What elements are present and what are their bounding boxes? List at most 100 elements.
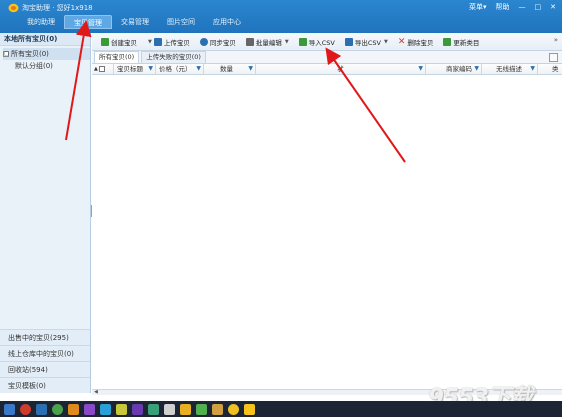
item-table: ▲ 宝贝标题 ▼ 价格（元） ▼ 数量 ▼ 状 ▼ 商家编码 ▼ 无线描述 ▼ 类: [92, 64, 562, 389]
button-label: 导入CSV: [308, 38, 335, 47]
filter-icon[interactable]: ▼: [248, 64, 253, 74]
column-header-title[interactable]: 宝贝标题 ▼: [114, 64, 156, 74]
button-label: 更新类目: [453, 38, 480, 47]
sidebar: 本地所有宝贝(0) □ 所有宝贝(0) 默认分组(0) 出售中的宝贝(295) …: [0, 33, 91, 393]
column-header-mobile-desc[interactable]: 无线描述 ▼: [482, 64, 538, 74]
toolbar-overflow-button[interactable]: »: [554, 36, 558, 44]
close-button[interactable]: ✕: [550, 3, 556, 11]
taskbar-app-icon[interactable]: [52, 403, 63, 415]
batch-edit-icon: [245, 37, 254, 46]
column-label: 类: [552, 65, 559, 73]
taskbar-app-icon[interactable]: [228, 403, 239, 415]
taskbar-app-icon[interactable]: [212, 403, 223, 415]
tab-item-management[interactable]: 宝贝管理: [64, 15, 112, 29]
tree-item-default-group[interactable]: 默认分组(0): [3, 60, 90, 72]
help-button[interactable]: 帮助: [496, 2, 510, 12]
toolbar: 创建宝贝 ▼ 上传宝贝 同步宝贝 批量编辑 ▼ 导入CSV 导出CSV ▼ ✕ …: [92, 33, 562, 51]
category-tree: □ 所有宝贝(0) 默认分组(0): [0, 46, 90, 72]
taskbar-app-icon[interactable]: [116, 403, 127, 415]
import-csv-button[interactable]: 导入CSV: [294, 35, 340, 49]
filter-icon[interactable]: ▼: [196, 64, 201, 74]
sync-icon: [199, 37, 208, 46]
dropdown-caret-icon[interactable]: ▼: [285, 39, 289, 45]
delete-icon: ✕: [397, 36, 406, 47]
export-csv-icon: [344, 37, 353, 46]
column-label: 无线描述: [496, 65, 522, 73]
window-controls: 菜单▾ 帮助 — □ ✕: [469, 2, 556, 12]
edit-icon[interactable]: [549, 53, 558, 62]
sidebar-item-templates[interactable]: 宝贝模板(0): [0, 377, 90, 393]
export-csv-button[interactable]: 导出CSV ▼: [340, 35, 393, 49]
filter-icon[interactable]: ▼: [530, 64, 535, 74]
taskbar-app-icon[interactable]: [68, 403, 79, 415]
tree-item-label: 默认分组(0): [15, 62, 53, 70]
sidebar-item-on-sale[interactable]: 出售中的宝贝(295): [0, 329, 90, 345]
delete-item-button[interactable]: ✕ 删除宝贝: [393, 35, 439, 49]
tab-trade-management[interactable]: 交易管理: [112, 15, 158, 29]
subtab-all-items[interactable]: 所有宝贝(0): [94, 51, 140, 63]
column-label: 宝贝标题: [117, 65, 143, 73]
taskbar-app-icon[interactable]: [36, 403, 47, 415]
button-label: 批量编辑: [255, 38, 282, 47]
taskbar-app-icon[interactable]: [180, 403, 191, 415]
column-header-status[interactable]: 状 ▼: [256, 64, 426, 74]
update-category-button[interactable]: 更新类目: [438, 35, 484, 49]
filter-icon[interactable]: ▼: [418, 64, 423, 74]
dropdown-caret-icon[interactable]: ▼: [148, 39, 152, 45]
filter-icon[interactable]: ▼: [474, 64, 479, 74]
tab-image-space[interactable]: 图片空间: [158, 15, 204, 29]
sidebar-title: 本地所有宝贝(0): [0, 33, 90, 46]
tree-item-label: 所有宝贝(0): [11, 50, 49, 58]
column-label: 数量: [220, 65, 233, 73]
taskbar-app-icon[interactable]: [196, 403, 207, 415]
column-header-merchant-code[interactable]: 商家编码 ▼: [426, 64, 482, 74]
tree-item-all[interactable]: □ 所有宝贝(0): [3, 48, 90, 60]
refresh-category-icon: [443, 37, 452, 46]
button-label: 导出CSV: [354, 38, 381, 47]
button-label: 创建宝贝: [111, 38, 137, 47]
taskbar: [0, 401, 562, 417]
tab-my-assistant[interactable]: 我的助理: [18, 15, 64, 29]
sidebar-item-recycle-bin[interactable]: 回收站(594): [0, 361, 90, 377]
create-item-button[interactable]: 创建宝贝: [96, 35, 142, 49]
item-subtabs: 所有宝贝(0) 上传失败的宝贝(0): [92, 51, 562, 64]
column-header-price[interactable]: 价格（元） ▼: [156, 64, 204, 74]
scroll-left-icon[interactable]: ◀: [94, 389, 98, 395]
sidebar-status-list: 出售中的宝贝(295) 线上仓库中的宝贝(0) 回收站(594) 宝贝模板(0): [0, 329, 90, 393]
sidebar-item-warehouse[interactable]: 线上仓库中的宝贝(0): [0, 345, 90, 361]
batch-edit-button[interactable]: 批量编辑 ▼: [241, 35, 294, 49]
dropdown-caret-icon[interactable]: ▼: [384, 39, 388, 45]
filter-icon[interactable]: ▼: [148, 64, 153, 74]
menu-button[interactable]: 菜单▾: [469, 2, 487, 12]
button-label: 上传宝贝: [163, 38, 190, 47]
taskbar-app-icon[interactable]: [84, 403, 95, 415]
select-all-column: ▲: [92, 64, 114, 74]
sync-item-button[interactable]: 同步宝贝: [195, 35, 241, 49]
taskbar-app-icon[interactable]: [20, 403, 31, 415]
upload-item-button[interactable]: ▼ 上传宝贝: [142, 35, 195, 49]
subtab-upload-failed[interactable]: 上传失败的宝贝(0): [141, 51, 206, 63]
taskbar-app-icon[interactable]: [100, 403, 111, 415]
start-icon[interactable]: [4, 403, 15, 415]
taskbar-app-icon[interactable]: [148, 403, 159, 415]
column-label: 状: [337, 65, 344, 73]
select-all-checkbox[interactable]: [98, 66, 105, 72]
button-label: 删除宝贝: [407, 38, 434, 47]
minimize-button[interactable]: —: [519, 3, 526, 11]
tab-app-center[interactable]: 应用中心: [204, 15, 250, 29]
maximize-button[interactable]: □: [535, 3, 542, 11]
taobao-logo-icon: [8, 3, 19, 13]
plus-icon: [101, 37, 109, 46]
taskbar-app-icon[interactable]: [244, 403, 255, 415]
upload-icon: [153, 37, 162, 46]
column-header-category[interactable]: 类: [538, 64, 562, 74]
taskbar-app-icon[interactable]: [132, 403, 143, 415]
title-bar: 淘宝助理 · 您好1x918 菜单▾ 帮助 — □ ✕ 我的助理 宝贝管理 交易…: [0, 0, 562, 33]
tree-expander-icon[interactable]: □: [3, 51, 9, 57]
main-nav: 我的助理 宝贝管理 交易管理 图片空间 应用中心: [18, 15, 250, 29]
column-label: 商家编码: [446, 65, 472, 73]
taskbar-app-icon[interactable]: [164, 403, 175, 415]
app-title: 淘宝助理 · 您好1x918: [22, 4, 93, 12]
column-header-quantity[interactable]: 数量 ▼: [204, 64, 256, 74]
import-csv-icon: [298, 37, 307, 46]
